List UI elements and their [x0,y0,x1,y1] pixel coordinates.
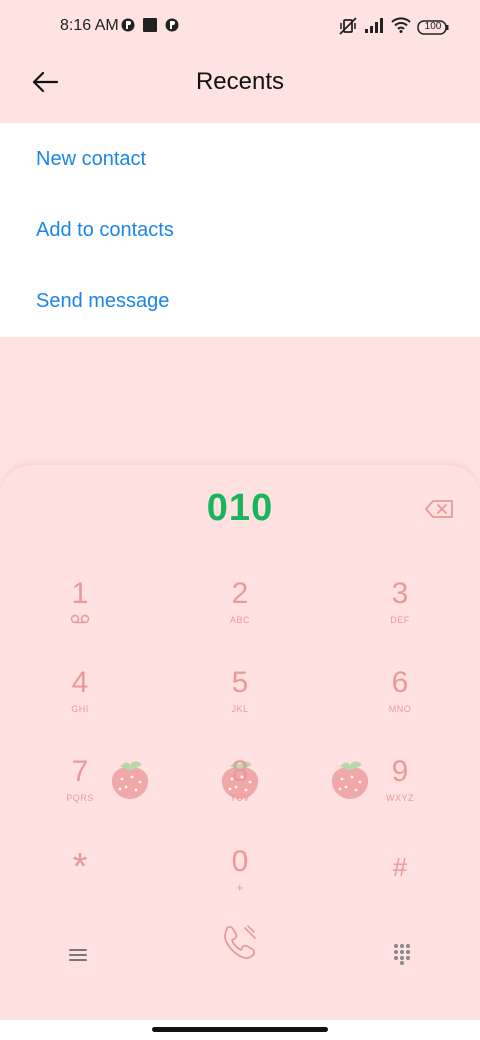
key-digit: 4 [71,666,89,699]
key-3[interactable]: 3 DEF [345,577,455,657]
navigation-bar [0,1020,480,1040]
key-digit: 3 [391,577,409,610]
key-5[interactable]: 5 JKL [185,666,295,746]
key-digit: 7 [71,755,89,788]
signal-icon [365,18,383,33]
key-7[interactable]: 7 PQRS [25,755,135,835]
key-0[interactable]: 0 + [185,845,295,925]
status-time: 8:16 AM [60,17,119,34]
key-digit: # [392,852,408,882]
key-9[interactable]: 9 WXYZ [345,755,455,835]
stop-notification-icon [143,18,157,32]
dialed-number: 010 [206,487,274,529]
key-digit: 9 [391,755,409,788]
key-letters: JKL [231,704,249,714]
key-6[interactable]: 6 MNO [345,666,455,746]
backspace-icon[interactable] [424,499,454,519]
key-digit: 8 [231,755,249,788]
key-1[interactable]: 1 [25,577,135,657]
send-message-option[interactable]: Send message [36,290,169,313]
wifi-icon [391,17,411,33]
app-notification-icon-2 [165,18,179,32]
key-letters: WXYZ [386,793,414,803]
key-digit: 6 [391,666,409,699]
key-digit: * [72,846,88,888]
top-bar: Recents [0,56,480,123]
dialpad-grid-icon[interactable] [393,943,411,965]
key-4[interactable]: 4 GHI [25,666,135,746]
key-letters: GHI [71,704,89,714]
key-digit: 1 [71,577,89,610]
call-icon[interactable] [219,922,261,964]
options-menu: New contact Add to contacts Send message [0,123,480,337]
key-digit: 0 [231,845,249,878]
battery-level: 100 [424,21,442,32]
key-letters: ABC [229,615,250,625]
page-title: Recents [195,68,285,95]
new-contact-option[interactable]: New contact [36,148,146,171]
key-letters: TUV [230,793,250,803]
key-digit: 5 [231,666,249,699]
key-letters: PQRS [66,793,94,803]
vibrate-mute-icon [339,17,357,35]
status-bar: 8:16 AM 100 [0,0,480,56]
key-letters: DEF [390,615,410,625]
key-letters: MNO [388,704,412,714]
key-hash[interactable]: # [345,845,455,925]
key-8[interactable]: 8 TUV [185,755,295,835]
key-letters: + [235,880,245,895]
voicemail-icon [70,614,90,624]
home-indicator[interactable] [152,1027,328,1032]
dialpad-panel: 010 1 2 ABC 3 DEF 4 GHI 5 JKL 6 MNO 7 PQ… [0,465,480,1040]
menu-icon[interactable] [68,947,88,963]
key-2[interactable]: 2 ABC [185,577,295,657]
key-star[interactable]: * [25,845,135,925]
app-notification-icon [121,18,135,32]
key-digit: 2 [231,577,249,610]
add-to-contacts-option[interactable]: Add to contacts [36,219,174,242]
